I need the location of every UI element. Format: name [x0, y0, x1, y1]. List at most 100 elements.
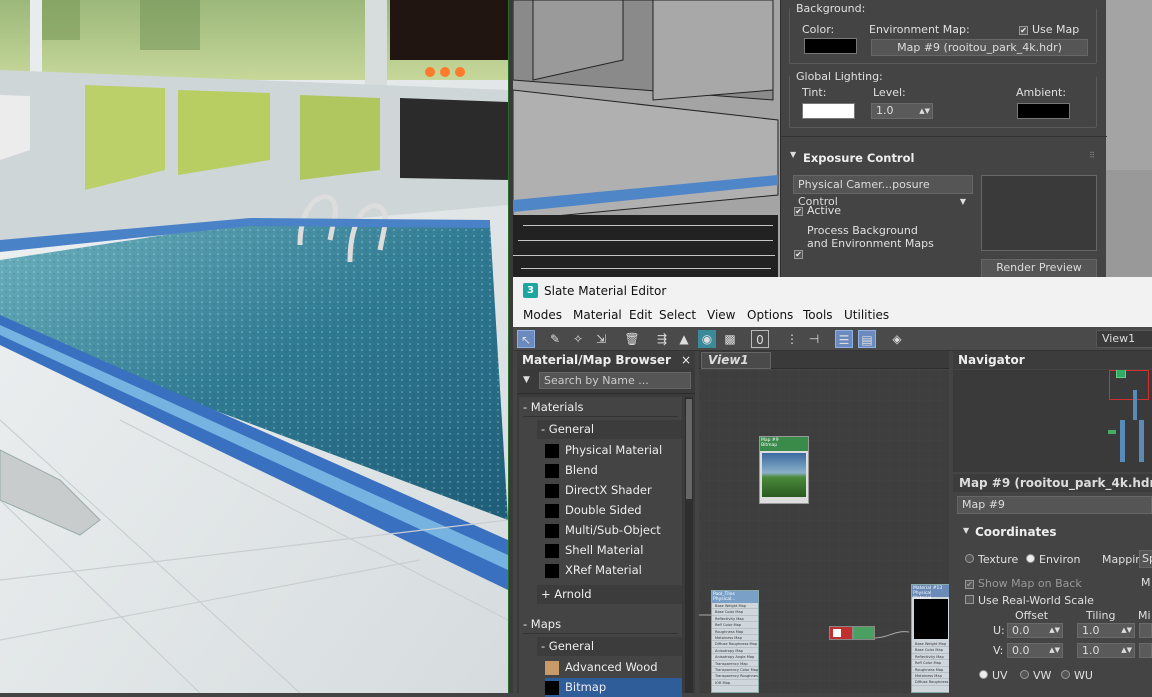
- u-tiling-spinner[interactable]: 1.0 ▲▼: [1077, 623, 1135, 638]
- menu-edit[interactable]: Edit: [629, 308, 652, 322]
- hide-unused-icon[interactable]: ▲: [675, 330, 693, 348]
- level-spinner[interactable]: 1.0 ▲▼: [871, 103, 933, 119]
- list-item-xref-material[interactable]: XRef Material: [545, 561, 642, 580]
- list-item-physical-material[interactable]: Physical Material: [545, 441, 662, 460]
- exposure-type-dropdown[interactable]: Physical Camer...posure Control ▼: [793, 175, 973, 208]
- wu-radio[interactable]: WU: [1061, 669, 1093, 682]
- show-map-on-back-label: Show Map on Back: [978, 577, 1082, 590]
- real-world-label: Use Real-World Scale: [978, 594, 1094, 607]
- assign-material-icon[interactable]: ✧: [569, 330, 587, 348]
- list-item-shell-material[interactable]: Shell Material: [545, 541, 643, 560]
- drag-handle-icon[interactable]: ⠿: [1089, 151, 1095, 160]
- material-map-browser-toggle-icon[interactable]: ☰: [835, 330, 853, 348]
- u-offset-spinner[interactable]: 0.0 ▲▼: [1007, 623, 1063, 638]
- delete-icon[interactable]: 🗑: [623, 330, 641, 348]
- view-select-dropdown[interactable]: View1: [1096, 330, 1152, 348]
- maps-general-header[interactable]: - General: [537, 637, 682, 656]
- select-by-material-icon[interactable]: ◈: [888, 330, 906, 348]
- navigator-title: Navigator: [953, 351, 1152, 369]
- parameter-editor-toggle-icon[interactable]: ▤: [858, 330, 876, 348]
- node-view-canvas[interactable]: Map #9 Bitmap Pool_Tiles Physical... Bas…: [699, 370, 949, 693]
- render-preview-button[interactable]: Render Preview: [981, 259, 1097, 277]
- background-in-preview-icon[interactable]: ▩: [721, 330, 739, 348]
- map-swatch: [545, 660, 559, 675]
- list-item-advanced-wood[interactable]: Advanced Wood: [545, 658, 658, 677]
- menu-options[interactable]: Options: [747, 308, 793, 322]
- materials-group-header[interactable]: - Materials: [523, 398, 678, 417]
- menu-material[interactable]: Material: [573, 308, 622, 322]
- browser-scrollbar[interactable]: [685, 397, 693, 693]
- navigator-header: Navigator: [953, 351, 1152, 369]
- material-id-icon[interactable]: 0: [751, 330, 769, 348]
- list-item-label: Multi/Sub-Object: [565, 523, 661, 537]
- show-map-in-viewport-icon[interactable]: ◉: [698, 330, 716, 348]
- active-checkbox[interactable]: ✔ Active: [794, 204, 841, 217]
- navigator-viewport-rect[interactable]: [1109, 370, 1149, 400]
- texture-radio[interactable]: Texture: [965, 553, 1018, 566]
- scrollbar-thumb[interactable]: [686, 399, 692, 499]
- menu-utilities[interactable]: Utilities: [844, 308, 889, 322]
- title-bar[interactable]: 3 Slate Material Editor: [513, 277, 1152, 305]
- uv-radio[interactable]: UV: [979, 669, 1008, 682]
- environ-radio[interactable]: Environ: [1026, 553, 1080, 566]
- background-color-swatch[interactable]: [804, 38, 857, 54]
- tab-view1[interactable]: View1: [701, 352, 771, 369]
- navigator-panel[interactable]: [953, 370, 1152, 472]
- close-icon[interactable]: ×: [681, 351, 691, 369]
- maps-group-header[interactable]: - Maps: [523, 615, 678, 634]
- tint-color-swatch[interactable]: [802, 103, 855, 119]
- list-item-bitmap[interactable]: Bitmap: [545, 678, 682, 697]
- mapping-dropdown[interactable]: Sp: [1139, 550, 1152, 568]
- environment-map-button[interactable]: Map #9 (rooitou_park_4k.hdr): [871, 39, 1088, 56]
- menu-select[interactable]: Select: [659, 308, 696, 322]
- u-mirror-partial[interactable]: [1139, 623, 1152, 638]
- spinner-arrows-icon: ▲▼: [1049, 626, 1060, 634]
- bitmap-node-subtitle: Bitmap: [761, 443, 778, 448]
- v-tiling-spinner[interactable]: 1.0 ▲▼: [1077, 643, 1135, 658]
- show-map-on-back-checkbox[interactable]: ✔ Show Map on Back: [965, 577, 1082, 590]
- put-to-scene-icon[interactable]: ⇲: [592, 330, 610, 348]
- browser-options-arrow-icon[interactable]: ▼: [523, 375, 530, 385]
- ambient-label: Ambient:: [1016, 86, 1067, 99]
- menu-tools[interactable]: Tools: [803, 308, 833, 322]
- coordinates-rollout-header[interactable]: Coordinates: [975, 525, 1057, 539]
- layout-vertical-icon[interactable]: ⋮: [783, 330, 801, 348]
- process-background-checkbox[interactable]: ✔ Process Background and Environment Maps: [794, 224, 934, 259]
- list-item-directx-shader[interactable]: DirectX Shader: [545, 481, 652, 500]
- list-item-blend[interactable]: Blend: [545, 461, 598, 480]
- bitmap-node-header: Map #9 Bitmap: [760, 437, 808, 451]
- move-children-icon[interactable]: ⇶: [653, 330, 671, 348]
- v-offset-value: 0.0: [1012, 644, 1030, 657]
- output-node[interactable]: [853, 626, 875, 640]
- ambient-color-swatch[interactable]: [1017, 103, 1070, 119]
- use-map-label: Use Map: [1032, 23, 1080, 36]
- map-name-input[interactable]: Map #9: [957, 496, 1152, 514]
- menu-view[interactable]: View: [707, 308, 735, 322]
- select-tool-icon[interactable]: ↖: [517, 330, 535, 348]
- env-map-label: Environment Map:: [869, 23, 970, 36]
- vw-radio[interactable]: VW: [1020, 669, 1051, 682]
- u-offset-value: 0.0: [1012, 624, 1030, 637]
- use-real-world-scale-checkbox[interactable]: Use Real-World Scale: [965, 594, 1094, 607]
- exposure-control-rollout-header[interactable]: ▼ Exposure Control ⠿: [785, 145, 1103, 167]
- v-offset-spinner[interactable]: 0.0 ▲▼: [1007, 643, 1063, 658]
- list-item-multi-sub-object[interactable]: Multi/Sub-Object: [545, 521, 661, 540]
- color-map-node[interactable]: [829, 626, 853, 640]
- physical-material-node-pool-tiles[interactable]: Pool_Tiles Physical... Base Weight Map Ba…: [711, 590, 759, 693]
- layout-children-icon[interactable]: ⊣: [805, 330, 823, 348]
- use-map-checkbox[interactable]: ✔ Use Map: [1019, 23, 1079, 36]
- node-slot[interactable]: Diffuse Roughness Map: [912, 679, 949, 686]
- v-mirror-partial[interactable]: [1139, 643, 1152, 658]
- physical-material-node-material-13[interactable]: Material #13 Physical Material Base Weig…: [911, 584, 949, 693]
- eyedropper-icon[interactable]: ✎: [546, 330, 564, 348]
- map-swatch: [545, 680, 559, 695]
- material-preview-thumbnail: [914, 599, 948, 639]
- collapse-arrow-icon[interactable]: ▼: [963, 526, 969, 535]
- arnold-group-header[interactable]: + Arnold: [537, 585, 682, 604]
- browser-search-input[interactable]: Search by Name ...: [539, 372, 691, 389]
- menu-modes[interactable]: Modes: [523, 308, 562, 322]
- list-item-double-sided[interactable]: Double Sided: [545, 501, 642, 520]
- materials-general-header[interactable]: - General: [537, 420, 682, 439]
- node-slot[interactable]: IOR Map: [712, 680, 758, 687]
- bitmap-node[interactable]: Map #9 Bitmap: [759, 436, 809, 504]
